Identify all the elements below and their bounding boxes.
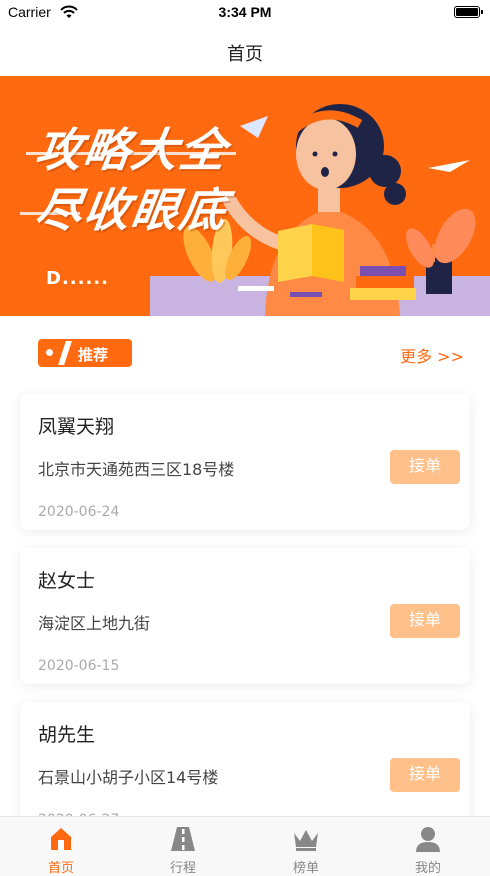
recommend-label: 推荐: [78, 346, 109, 364]
tab-bar: 首页 行程 榜单 我的: [0, 816, 490, 876]
home-icon: [47, 825, 75, 853]
tab-label: 我的: [414, 861, 441, 876]
more-link[interactable]: 更多 >>: [400, 343, 464, 367]
order-date: 2020-06-24: [38, 504, 120, 520]
tab-ranking[interactable]: 榜单: [245, 817, 367, 876]
order-card[interactable]: 凤翼天翔 北京市天通苑西三区18号楼 2020-06-24 接单: [20, 394, 470, 530]
order-address: 海淀区上地九街: [38, 614, 151, 633]
order-date: 2020-06-15: [38, 658, 120, 674]
recommend-section-header: 推荐 更多 >>: [0, 336, 490, 372]
navigation-bar: 首页: [0, 28, 490, 74]
order-address: 石景山小胡子小区14号楼: [38, 768, 219, 787]
accept-order-button[interactable]: 接单: [390, 604, 460, 638]
status-time: 3:34 PM: [218, 4, 272, 20]
status-bar: Carrier 3:34 PM: [0, 0, 490, 28]
recommend-tag: 推荐: [38, 339, 132, 367]
tab-label: 榜单: [292, 861, 319, 876]
road-icon: [169, 825, 197, 853]
customer-name: 胡先生: [38, 724, 96, 746]
customer-name: 赵女士: [38, 570, 96, 592]
order-card[interactable]: 赵女士 海淀区上地九街 2020-06-15 接单: [20, 548, 470, 684]
tab-label: 首页: [47, 861, 74, 876]
banner-headline-1: 攻略大全: [31, 123, 232, 177]
banner-subtitle: D......: [46, 268, 109, 289]
banner-headline-2: 尽收眼底: [31, 183, 232, 237]
tab-trips[interactable]: 行程: [122, 817, 244, 876]
tab-home[interactable]: 首页: [0, 817, 122, 876]
battery-icon: [454, 6, 483, 18]
accept-order-button[interactable]: 接单: [390, 758, 460, 792]
accept-order-button[interactable]: 接单: [390, 450, 460, 484]
customer-name: 凤翼天翔: [38, 416, 115, 438]
promo-banner[interactable]: 攻略大全 尽收眼底 D......: [0, 76, 490, 316]
order-address: 北京市天通苑西三区18号楼: [38, 460, 235, 479]
user-icon: [414, 825, 442, 853]
tab-mine[interactable]: 我的: [367, 817, 489, 876]
tab-label: 行程: [169, 861, 196, 876]
page-title: 首页: [227, 44, 263, 65]
crown-icon: [292, 825, 320, 853]
